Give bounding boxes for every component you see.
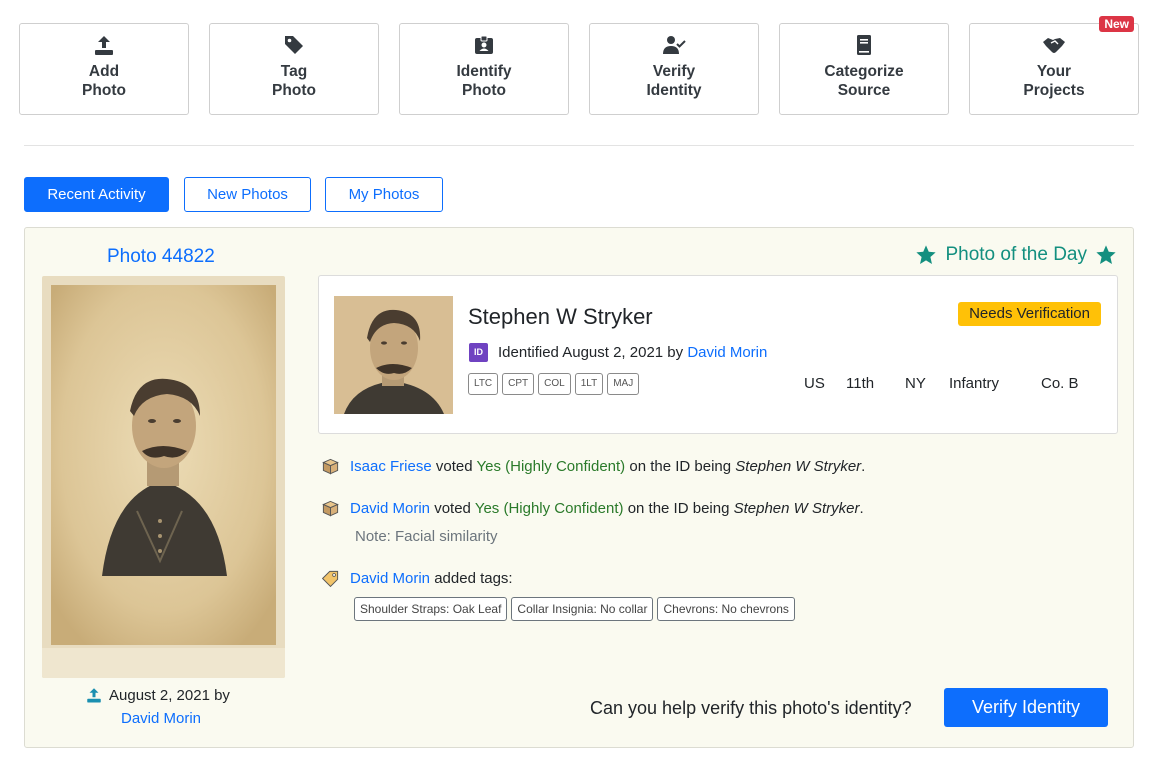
vote-value: Yes (Highly Confident) [474, 500, 624, 517]
tile-label-line1: Identify [456, 63, 512, 80]
tag-icon [321, 570, 339, 588]
face-thumbnail-image [334, 296, 453, 414]
tag-icon [285, 36, 303, 54]
tile-label-line1: Verify [652, 63, 696, 80]
activity-verb: voted [435, 458, 473, 475]
upload-icon [87, 688, 101, 703]
upload-icon [95, 36, 113, 55]
id-icon: ID [469, 343, 488, 362]
upload-info: August 2, 2021 by [85, 686, 230, 704]
activity-verb: voted [434, 500, 471, 517]
vote-value: Yes (Highly Confident) [476, 458, 626, 475]
tile-label-line2: Source [837, 82, 891, 99]
activity-end: . [861, 458, 866, 475]
tile-label-line2: Identity [646, 82, 702, 99]
tag-photo-tile[interactable]: Tag Photo [209, 23, 379, 115]
star-icon [916, 245, 937, 264]
activity-item: Isaac Friese voted Yes (Highly Confident… [321, 457, 865, 476]
activity-tail: on the ID being [629, 458, 732, 475]
tag-chips: Shoulder Straps: Oak Leaf Collar Insigni… [354, 597, 795, 621]
rank-chip: 1LT [574, 373, 604, 395]
verify-identity-tile[interactable]: Verify Identity [589, 23, 759, 115]
identified-text: Identified August 2, 2021 by [498, 344, 684, 361]
vote-note: Note: Facial similarity [355, 528, 498, 545]
voter-link[interactable]: David Morin [350, 500, 430, 517]
tile-label-line1: Tag [280, 63, 308, 80]
vote-subject: Stephen W Stryker [735, 458, 862, 475]
rank-chip: CPT [502, 373, 535, 395]
photo-id-link[interactable]: Photo 44822 [107, 246, 215, 268]
ballot-box-icon [322, 500, 339, 517]
voter-link[interactable]: Isaac Friese [350, 458, 432, 475]
identified-line: ID Identified August 2, 2021 by David Mo… [469, 343, 767, 362]
divider [24, 145, 1134, 146]
tagger-link[interactable]: David Morin [350, 570, 430, 587]
unit-company: Co. B [1041, 375, 1079, 392]
activity-item: David Morin voted Yes (Highly Confident)… [321, 499, 864, 518]
tab-my-photos[interactable]: My Photos [325, 177, 443, 212]
potd-label: Photo of the Day [945, 244, 1087, 265]
upload-date: August 2, 2021 by [109, 686, 230, 704]
verify-prompt: Can you help verify this photo's identit… [590, 698, 912, 718]
new-badge: New [1099, 16, 1134, 32]
tile-label-line2: Photo [272, 82, 316, 99]
uploader-link[interactable]: David Morin [121, 710, 201, 727]
face-thumbnail[interactable] [334, 296, 453, 414]
unit-branch: Infantry [949, 375, 1000, 392]
rank-chip: COL [538, 373, 571, 395]
tile-label-line2: Photo [462, 82, 506, 99]
tag-chip[interactable]: Shoulder Straps: Oak Leaf [354, 597, 508, 621]
action-tiles: Add Photo Tag Photo Identify Photo Verif… [19, 16, 1139, 115]
activity-verb: added tags: [434, 570, 513, 587]
rank-chips: LTC CPT COL 1LT MAJ [468, 373, 640, 395]
identification-card: Stephen W Stryker Needs Verification ID … [318, 275, 1118, 434]
status-badge: Needs Verification [958, 302, 1101, 326]
handshake-icon [1043, 38, 1065, 53]
tile-label-line1: Add [88, 63, 120, 80]
portrait-photo-image [42, 276, 285, 678]
rank-chip: LTC [468, 373, 499, 395]
unit-country: US [804, 375, 825, 392]
categorize-source-tile[interactable]: Categorize Source [779, 23, 949, 115]
add-photo-tile[interactable]: Add Photo [19, 23, 189, 115]
tile-label-line2: Projects [1023, 82, 1085, 99]
id-badge-icon [475, 35, 493, 54]
activity-end: . [859, 500, 864, 517]
rank-chip: MAJ [607, 373, 640, 395]
photo-of-the-day: Photo of the Day [915, 244, 1117, 266]
tag-chip[interactable]: Chevrons: No chevrons [657, 597, 795, 621]
identify-photo-tile[interactable]: Identify Photo [399, 23, 569, 115]
ballot-box-icon [322, 458, 339, 475]
vote-subject: Stephen W Stryker [733, 500, 860, 517]
tab-new-photos[interactable]: New Photos [184, 177, 311, 212]
person-name[interactable]: Stephen W Stryker [468, 304, 653, 330]
star-icon [1096, 245, 1116, 264]
tab-recent-activity[interactable]: Recent Activity [24, 177, 169, 212]
unit-state: NY [905, 375, 926, 392]
tile-label-line2: Photo [82, 82, 126, 99]
book-icon [857, 35, 871, 55]
activity-item: David Morin added tags: [321, 569, 513, 588]
tile-label-line1: Categorize [824, 63, 904, 80]
identifier-link[interactable]: David Morin [687, 344, 767, 361]
your-projects-tile[interactable]: New Your Projects [969, 16, 1139, 115]
tile-label-line1: Your [1036, 63, 1072, 80]
verify-identity-button[interactable]: Verify Identity [944, 688, 1108, 727]
user-check-icon [663, 36, 686, 54]
unit-number: 11th [846, 375, 875, 392]
tag-chip[interactable]: Collar Insignia: No collar [511, 597, 654, 621]
activity-panel: Photo 44822 Photo of the Day August 2, 2… [24, 227, 1134, 748]
activity-tail: on the ID being [627, 500, 730, 517]
main-photo[interactable] [42, 276, 285, 678]
